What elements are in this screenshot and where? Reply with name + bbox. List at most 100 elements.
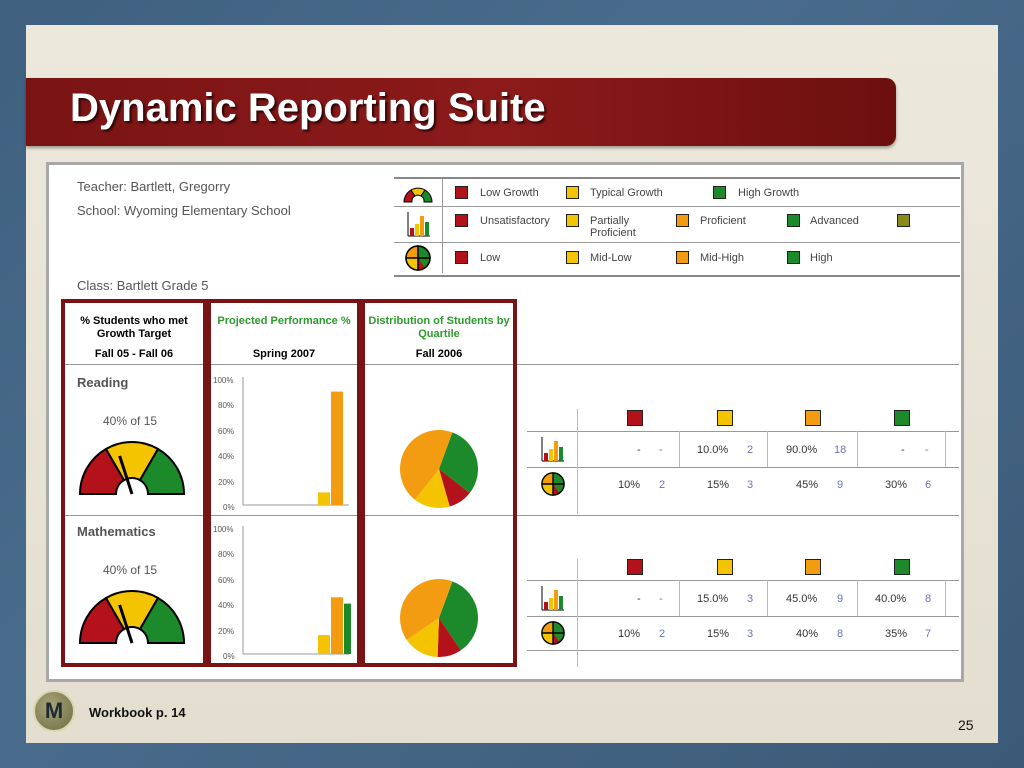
table-header-swatch-yellow (717, 410, 733, 426)
legend-swatch-green (713, 186, 726, 199)
logo-letter: M (44, 698, 64, 723)
y-tick: 60% (218, 427, 235, 436)
divider (945, 580, 946, 616)
divider (527, 467, 959, 468)
legend-high: High (810, 252, 833, 264)
table-cell-count: 2 (659, 479, 666, 491)
page-number: 25 (958, 717, 974, 733)
legend-swatch-olive (897, 214, 910, 227)
table-cell-pct: 10.0% (697, 444, 729, 456)
legend-swatch-orange (676, 214, 689, 227)
divider (945, 431, 946, 467)
table-cell-pct: 10% (618, 628, 641, 640)
y-tick: 0% (223, 503, 235, 512)
table-header-swatch-orange (805, 410, 821, 426)
table-cell-pct: - (637, 444, 641, 456)
bar-chart-icon (541, 437, 564, 462)
table-cell-pct: 90.0% (786, 444, 818, 456)
report-panel: Teacher: Bartlett, Gregorry School: Wyom… (46, 162, 964, 682)
table-cell-pct: 30% (885, 479, 908, 491)
divider (679, 431, 680, 467)
table-cell-pct: 15% (707, 628, 730, 640)
table-cell-count: - (925, 444, 929, 456)
divider (857, 431, 858, 467)
table-cell-pct: - (637, 593, 641, 605)
table-cell-count: 2 (747, 444, 754, 456)
teacher-label: Teacher: Bartlett, Gregorry (77, 179, 231, 194)
performance-bar (331, 391, 343, 505)
table-header-swatch-orange (805, 559, 821, 575)
y-tick: 40% (218, 452, 235, 461)
logo: M (33, 690, 75, 732)
legend-swatch-yellow (566, 186, 579, 199)
school-label: School: Wyoming Elementary School (77, 203, 291, 218)
growth-gauge-reading (78, 441, 186, 495)
legend-low-growth: Low Growth (480, 187, 539, 199)
divider (577, 559, 578, 667)
table-cell-count: - (659, 444, 663, 456)
y-tick: 0% (223, 652, 235, 661)
divider (767, 580, 768, 616)
table-cell-count: 9 (837, 593, 844, 605)
table-cell-count: 3 (747, 628, 754, 640)
y-tick: 80% (218, 550, 235, 559)
legend-row-growth: Low Growth Typical Growth High Growth (394, 179, 960, 207)
divider (679, 580, 680, 616)
pie-chart-icon (541, 472, 565, 496)
table-cell-pct: 45% (796, 479, 819, 491)
table-cell-count: - (659, 593, 663, 605)
y-tick: 40% (218, 601, 235, 610)
table-cell-pct: 35% (885, 628, 908, 640)
divider (527, 431, 959, 432)
legend-partially-proficient: Partially Proficient (590, 215, 636, 239)
table-cell-count: 2 (659, 628, 666, 640)
legend-mid-high: Mid-High (700, 252, 745, 264)
divider (767, 431, 768, 467)
column-period-quartile: Fall 2006 (415, 348, 463, 360)
performance-bar (331, 597, 343, 654)
legend-swatch-red (455, 214, 468, 227)
y-tick: 60% (218, 576, 235, 585)
legend-proficient: Proficient (700, 215, 746, 227)
performance-bar (318, 635, 330, 654)
legend-typical-growth: Typical Growth (590, 187, 663, 199)
legend-mid-low: Mid-Low (590, 252, 632, 264)
divider (857, 580, 858, 616)
legend-unsatisfactory: Unsatisfactory (480, 215, 550, 227)
y-tick: 100% (213, 525, 234, 534)
performance-bars-mathematics (242, 526, 351, 655)
table-cell-pct: 10% (618, 479, 641, 491)
table-cell-count: 8 (837, 628, 844, 640)
table-cell-count: 3 (747, 593, 754, 605)
class-label: Class: Bartlett Grade 5 (77, 278, 209, 293)
performance-bars-reading (242, 377, 349, 506)
divider (527, 616, 959, 617)
table-cell-pct: - (901, 444, 905, 456)
subject-reading: Reading (77, 375, 129, 390)
bar-chart-icon (541, 586, 564, 611)
column-period-growth: Fall 05 - Fall 06 (94, 348, 174, 360)
table-header-swatch-red (627, 559, 643, 575)
column-header-quartile: Distribution of Students by Quartile (368, 315, 510, 340)
legend-swatch-red (455, 251, 468, 264)
column-header-growth: % Students who met Growth Target (80, 315, 188, 340)
table-cell-count: 3 (747, 479, 754, 491)
legend-row-performance: Unsatisfactory Partially Proficient Prof… (394, 206, 960, 243)
legend-swatch-yellow (566, 214, 579, 227)
legend-swatch-orange (676, 251, 689, 264)
y-tick: 80% (218, 401, 235, 410)
growth-text-reading: 40% of 15 (103, 414, 158, 428)
y-tick: 100% (213, 376, 234, 385)
legend-swatch-green (787, 251, 800, 264)
column-header-performance: Projected Performance % (217, 315, 351, 327)
table-cell-count: 7 (925, 628, 932, 640)
table-cell-pct: 40% (796, 628, 819, 640)
legend-advanced: Advanced (810, 215, 859, 227)
legend-swatch-green (787, 214, 800, 227)
legend-table: Low Growth Typical Growth High Growth Un… (394, 177, 960, 277)
performance-bar (318, 492, 330, 505)
subject-mathematics: Mathematics (77, 524, 156, 539)
pie-chart-icon (541, 621, 565, 645)
table-cell-pct: 15% (707, 479, 730, 491)
table-header-swatch-red (627, 410, 643, 426)
